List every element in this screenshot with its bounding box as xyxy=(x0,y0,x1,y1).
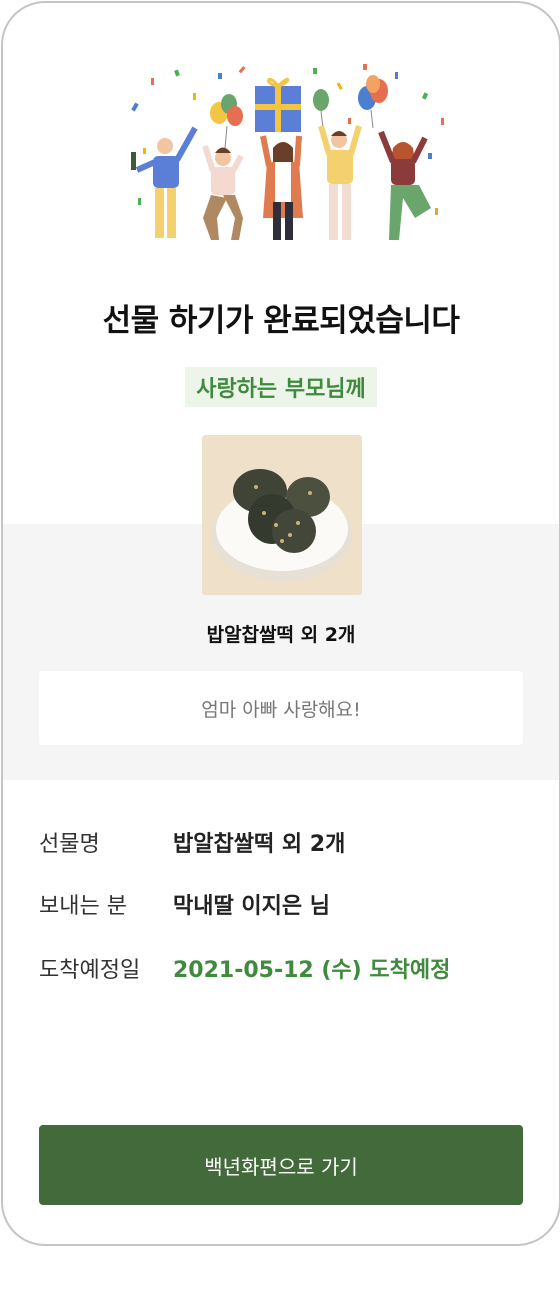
gift-name-row: 선물명 밥알찹쌀떡 외 2개 xyxy=(39,827,345,857)
sender-value: 막내딸 이지은 님 xyxy=(173,894,330,919)
phone-frame: 선물 하기가 완료되었습니다 사랑하는 부모님께 밥알찹쌀떡 외 2개 엄마 아… xyxy=(1,1,560,1246)
rice-cake-image xyxy=(202,435,362,595)
person-2 xyxy=(202,145,244,240)
recipient-badge: 사랑하는 부모님께 xyxy=(185,367,377,407)
gift-message: 엄마 아빠 사랑해요! xyxy=(201,698,361,721)
arrival-date-label: 도착예정일 xyxy=(39,958,141,983)
gift-message-box: 엄마 아빠 사랑해요! xyxy=(39,671,523,745)
sender-label: 보내는 분 xyxy=(39,894,127,919)
completion-title: 선물 하기가 완료되었습니다 xyxy=(102,303,460,339)
person-4 xyxy=(318,125,362,240)
sender-row: 보내는 분 막내딸 이지은 님 xyxy=(39,889,330,919)
go-home-button-label: 백년화편으로 가기 xyxy=(204,1154,358,1179)
product-name: 밥알찹쌀떡 외 2개 xyxy=(206,624,356,646)
person-5 xyxy=(378,130,431,240)
gift-box xyxy=(255,77,301,132)
gift-name-value: 밥알찹쌀떡 외 2개 xyxy=(173,832,346,857)
go-home-button[interactable]: 백년화편으로 가기 xyxy=(39,1125,523,1205)
person-3 xyxy=(260,135,303,240)
arrival-date-row: 도착예정일 2021-05-12 (수) 도착예정 xyxy=(39,953,450,983)
gift-name-label: 선물명 xyxy=(39,832,100,857)
celebration-illustration xyxy=(131,64,444,240)
person-1 xyxy=(131,126,198,238)
arrival-date-value: 2021-05-12 (수) 도착예정 xyxy=(173,958,451,983)
